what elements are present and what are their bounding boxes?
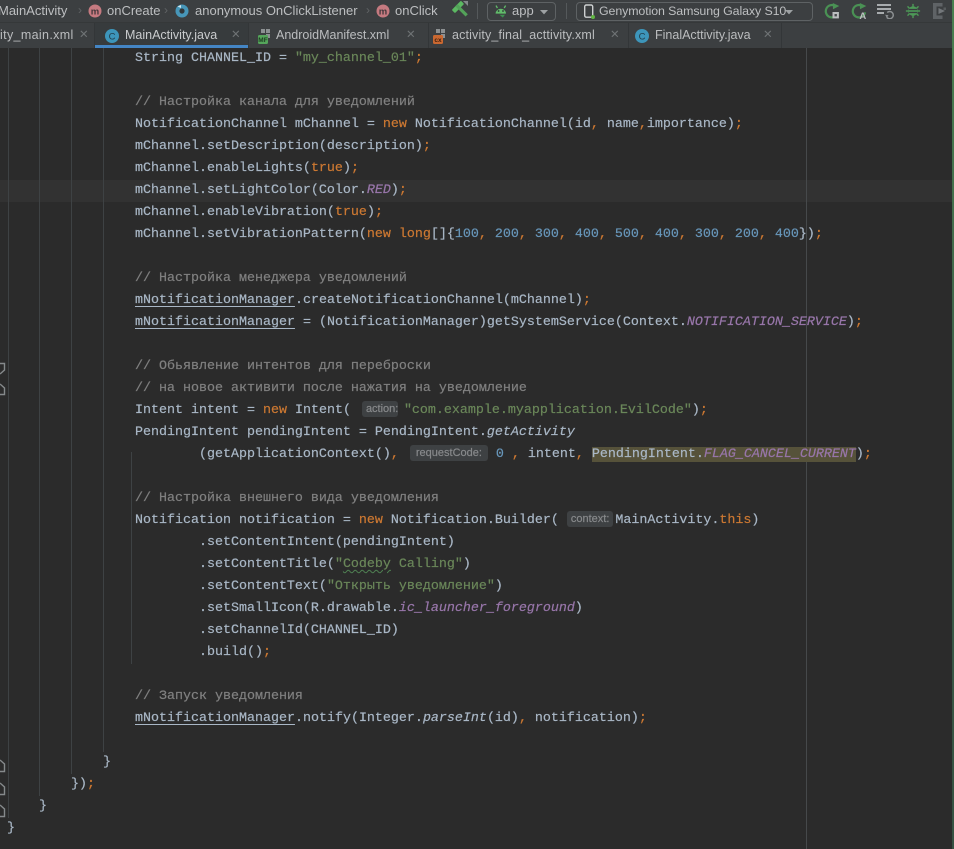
svg-text:C: C [639,32,646,43]
svg-text:m: m [91,6,99,17]
svg-text:A: A [859,11,866,20]
svg-text:m: m [379,6,387,17]
svg-text:MF: MF [258,37,267,44]
svg-text:cx: cx [434,37,442,44]
svg-text:C: C [109,32,116,43]
